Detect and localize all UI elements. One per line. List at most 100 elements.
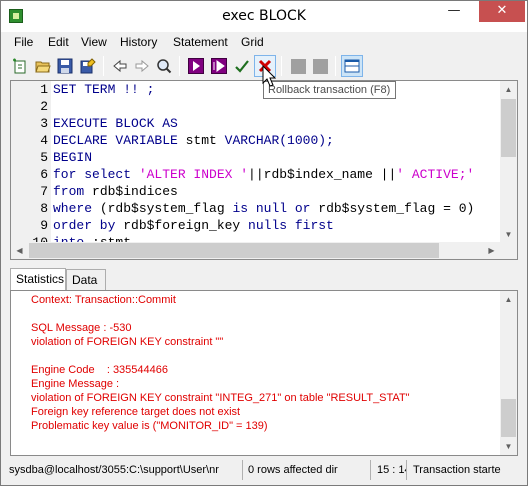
- code-line[interactable]: 7 from rdb$indices: [11, 183, 491, 200]
- code-line[interactable]: 9 order by rdb$foreign_key nulls first: [11, 217, 491, 234]
- menu-edit[interactable]: Edit: [48, 35, 69, 49]
- code-line[interactable]: 5 BEGIN: [11, 149, 491, 166]
- scrollbar-thumb[interactable]: [501, 399, 516, 437]
- rollback-tooltip: Rollback transaction (F8): [263, 81, 396, 99]
- tab-statistics[interactable]: Statistics: [10, 268, 66, 291]
- line-number: 3: [40, 116, 48, 131]
- execute-icon: [188, 58, 204, 74]
- output-line: violation of FOREIGN KEY constraint "": [31, 336, 224, 348]
- menu-file[interactable]: File: [14, 35, 33, 49]
- open-button[interactable]: [32, 55, 54, 77]
- code-line[interactable]: 8 where (rdb$system_flag is null or rdb$s…: [11, 200, 491, 217]
- code-token: rdb$indices: [92, 184, 178, 199]
- code-text: BEGIN: [53, 149, 92, 166]
- minimize-button[interactable]: —: [441, 1, 467, 22]
- commit-icon: [235, 60, 249, 73]
- output-line: Context: Transaction::Commit: [31, 294, 176, 306]
- code-token: rdb$system_flag = 0): [318, 201, 475, 216]
- forward-button[interactable]: [131, 55, 153, 77]
- disabled-button-2[interactable]: [309, 55, 331, 77]
- code-line[interactable]: 1 SET TERM !! ;: [11, 81, 491, 98]
- scrollbar-thumb[interactable]: [501, 99, 516, 157]
- code-token: EXECUTE BLOCK AS: [53, 116, 178, 131]
- output-line: Engine Message :: [31, 378, 120, 390]
- output-line: SQL Message : -530: [31, 322, 132, 334]
- open-file-icon: [35, 61, 51, 73]
- tab-data[interactable]: Data: [66, 269, 106, 291]
- code-line[interactable]: 6 for select 'ALTER INDEX '||rdb$index_na…: [11, 166, 491, 183]
- menu-grid[interactable]: Grid: [241, 35, 264, 49]
- save-as-button[interactable]: [77, 55, 99, 77]
- mouse-cursor-icon: [262, 65, 276, 87]
- line-number: 5: [40, 150, 48, 165]
- code-token: BEGIN: [53, 150, 93, 165]
- new-statement-icon: [13, 58, 26, 74]
- execute-button[interactable]: [185, 55, 207, 77]
- code-text: for select 'ALTER INDEX '||rdb$index_nam…: [53, 166, 474, 183]
- save-as-icon: [80, 58, 96, 74]
- title-bar[interactable]: exec BLOCK — ✕: [1, 1, 527, 32]
- scroll-left-icon[interactable]: ◀: [11, 242, 28, 259]
- layout-toggle-icon: [344, 59, 360, 73]
- disabled-button-1[interactable]: [287, 55, 309, 77]
- line-number: 8: [40, 201, 48, 216]
- toolbar-separator: [281, 56, 282, 76]
- scroll-up-icon[interactable]: ▲: [500, 81, 517, 98]
- menu-view[interactable]: View: [81, 35, 107, 49]
- code-token: DECLARE VARIABLE: [53, 133, 186, 148]
- sql-editor[interactable]: 1 SET TERM !! ; 2 3 EXECUTE BLOCK AS 4 DECLARE…: [10, 80, 518, 260]
- scroll-right-icon[interactable]: ▶: [483, 242, 500, 259]
- status-connection: sysdba@localhost/3055:C:\support\User\nr: [7, 460, 243, 480]
- output-vertical-scrollbar[interactable]: ▲ ▼: [500, 291, 517, 455]
- back-icon: [113, 59, 127, 73]
- status-cursor-position: 15 : 14: [375, 460, 407, 480]
- scroll-up-icon[interactable]: ▲: [500, 291, 517, 308]
- close-button[interactable]: ✕: [479, 1, 525, 22]
- scroll-down-icon[interactable]: ▼: [500, 226, 517, 243]
- code-line[interactable]: 4 DECLARE VARIABLE stmt VARCHAR(1000);: [11, 132, 491, 149]
- toolbar-separator: [179, 56, 180, 76]
- commit-button[interactable]: [231, 55, 253, 77]
- line-number: 1: [40, 82, 48, 97]
- find-icon: [157, 59, 172, 74]
- save-button[interactable]: [54, 55, 76, 77]
- back-button[interactable]: [109, 55, 131, 77]
- status-bar: sysdba@localhost/3055:C:\support\User\nr…: [1, 457, 527, 485]
- code-text: from rdb$indices: [53, 183, 178, 200]
- execute-step-button[interactable]: [208, 55, 230, 77]
- code-token: ||rdb$index_name ||: [248, 167, 397, 182]
- code-text: EXECUTE BLOCK AS: [53, 115, 178, 132]
- code-line[interactable]: 3 EXECUTE BLOCK AS: [11, 115, 491, 132]
- execute-step-icon: [211, 58, 227, 74]
- menu-history[interactable]: History: [120, 35, 157, 49]
- output-line: Problematic key value is ("MONITOR_ID" =…: [31, 420, 268, 432]
- find-button[interactable]: [153, 55, 175, 77]
- line-number: 6: [40, 167, 48, 182]
- editor-horizontal-scrollbar[interactable]: ◀ ▶: [11, 242, 500, 259]
- status-rows-affected: 0 rows affected dir: [246, 460, 371, 480]
- scrollbar-corner: [500, 242, 517, 259]
- code-token: (rdb$system_flag: [99, 201, 233, 216]
- code-token: for select: [53, 167, 139, 182]
- menu-statement[interactable]: Statement: [173, 35, 228, 49]
- code-token: ' ACTIVE;': [396, 167, 475, 182]
- output-line: violation of FOREIGN KEY constraint "INT…: [31, 392, 410, 404]
- line-number: 2: [40, 99, 48, 114]
- code-token: rdb$foreign_key: [123, 218, 249, 233]
- code-text: DECLARE VARIABLE stmt VARCHAR(1000);: [53, 132, 334, 149]
- code-line[interactable]: 2: [11, 98, 491, 115]
- statistics-output[interactable]: Context: Transaction::CommitSQL Message …: [10, 290, 518, 456]
- code-token: 'ALTER INDEX ': [138, 167, 249, 182]
- code-token: VARCHAR(1000);: [224, 133, 334, 148]
- scrollbar-thumb[interactable]: [29, 243, 439, 258]
- scroll-down-icon[interactable]: ▼: [500, 438, 517, 455]
- disabled-square-icon: [290, 58, 306, 74]
- line-number: 4: [40, 133, 48, 148]
- new-statement-button[interactable]: [9, 55, 31, 77]
- layout-toggle-button[interactable]: [341, 55, 363, 77]
- editor-vertical-scrollbar[interactable]: ▲ ▼: [500, 81, 517, 243]
- code-token: stmt: [185, 133, 225, 148]
- code-token: nulls first: [248, 218, 334, 233]
- code-token: SET TERM !! ;: [53, 82, 155, 97]
- code-token: from: [53, 184, 93, 199]
